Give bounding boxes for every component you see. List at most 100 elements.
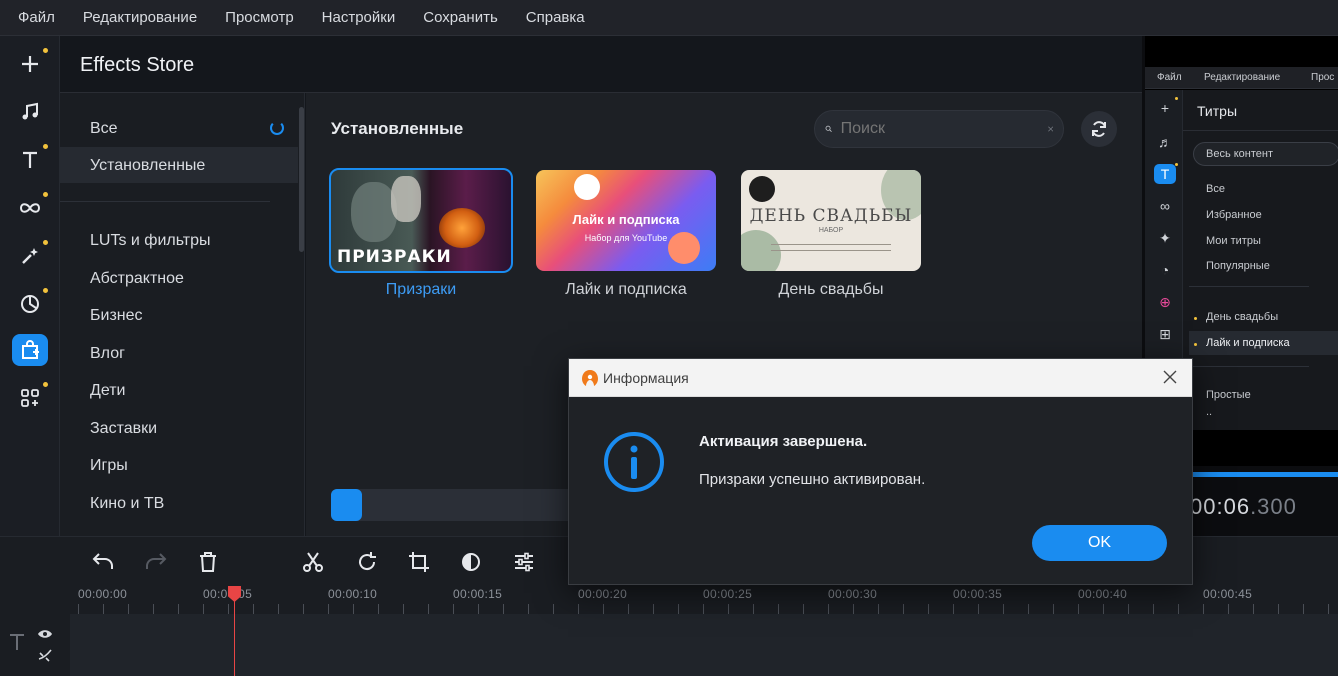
preview-wand-icon: ✦: [1159, 229, 1171, 246]
timecode-ms: .300: [1250, 494, 1297, 519]
effects-store-button[interactable]: [12, 334, 48, 366]
refresh-button[interactable]: [1081, 111, 1117, 147]
ruler-label: 00:00:45: [1203, 587, 1253, 601]
preview-transitions-icon: ∞: [1160, 198, 1170, 214]
timecode-main: 00:06: [1190, 494, 1251, 519]
clip-properties-button[interactable]: [511, 549, 537, 575]
menu-help[interactable]: Справка: [526, 9, 585, 26]
eye-icon[interactable]: [37, 628, 53, 640]
menu-bar: Файл Редактирование Просмотр Настройки С…: [0, 0, 1338, 36]
dialog-heading: Активация завершена.: [699, 433, 868, 450]
scissors-icon: [303, 552, 323, 572]
info-icon: [604, 432, 664, 492]
undo-button[interactable]: [90, 549, 116, 575]
ok-button[interactable]: OK: [1032, 525, 1167, 561]
menu-edit[interactable]: Редактирование: [83, 9, 197, 26]
ruler-label: 00:00:20: [578, 587, 628, 601]
effect-thumbnail: ПРИЗРАКИ: [329, 168, 513, 273]
category-abstract[interactable]: Абстрактное: [90, 270, 184, 288]
preview-time-bar: [1192, 472, 1338, 477]
menu-save[interactable]: Сохранить: [423, 9, 498, 26]
clear-search-icon[interactable]: [1047, 122, 1053, 136]
split-button[interactable]: [300, 549, 326, 575]
ruler-label: 00:00:40: [1078, 587, 1128, 601]
add-media-button[interactable]: [12, 48, 48, 80]
app-logo-icon: [582, 370, 598, 386]
rotate-button[interactable]: [354, 549, 380, 575]
info-dialog: Информация Активация завершена. Призраки…: [568, 358, 1193, 585]
category-business[interactable]: Бизнес: [90, 307, 143, 325]
category-luts[interactable]: LUTs и фильтры: [90, 232, 211, 250]
effect-card-like-subscribe[interactable]: Лайк и подписка Набор для YouTube Лайк и…: [536, 170, 716, 299]
preview-menu-edit: Редактирование: [1204, 72, 1281, 83]
tool-rail: [0, 36, 60, 536]
preview-item: ..: [1206, 406, 1213, 418]
category-games[interactable]: Игры: [90, 457, 128, 475]
ruler-label: 00:00:00: [78, 587, 128, 601]
redo-button[interactable]: [143, 549, 169, 575]
menu-settings[interactable]: Настройки: [322, 9, 396, 26]
category-vlog[interactable]: Влог: [90, 345, 125, 363]
menu-view[interactable]: Просмотр: [225, 9, 294, 26]
search-box[interactable]: [814, 110, 1064, 148]
app-window: Файл Редактирование Просмотр Настройки С…: [0, 0, 1338, 676]
effect-card-wedding-day[interactable]: ДЕНЬ СВАДЬБЫ НАБОР День свадьбы: [741, 170, 921, 299]
new-badge-dot: [43, 240, 48, 245]
preview-content-select: Весь контент: [1193, 142, 1338, 166]
preview-titles-icon: T: [1154, 163, 1178, 184]
trash-icon: [200, 552, 216, 572]
preview-menu-bar: Файл Редактирование Прос: [1145, 67, 1338, 89]
menu-file[interactable]: Файл: [18, 9, 55, 26]
thumb-caption: ПРИЗРАКИ: [337, 247, 452, 267]
sliders-icon: [515, 552, 533, 572]
stickers-button[interactable]: [12, 288, 48, 320]
music-button[interactable]: [12, 96, 48, 128]
thumb-subcaption: Набор для YouTube: [584, 233, 668, 243]
preview-item: Все: [1206, 183, 1225, 195]
new-badge-dot: [43, 192, 48, 197]
preview-divider: [1189, 286, 1309, 287]
filters-button[interactable]: [12, 240, 48, 272]
section-title: Установленные: [331, 119, 464, 138]
crop-button[interactable]: [406, 549, 432, 575]
preview-music-icon: ♬: [1158, 134, 1172, 150]
delete-button[interactable]: [195, 549, 221, 575]
new-badge-dot: [43, 48, 48, 53]
category-installed[interactable]: Установленные: [90, 157, 205, 175]
preview-store-icon: ⊕: [1159, 293, 1171, 310]
titles-button[interactable]: [12, 144, 48, 176]
timeline-track[interactable]: [70, 614, 1338, 676]
thumb-line: [771, 250, 891, 251]
ruler-label: 00:00:10: [328, 587, 378, 601]
color-adjust-button[interactable]: [458, 549, 484, 575]
dialog-close-button[interactable]: [1160, 367, 1180, 387]
clock-sticker-icon: [21, 295, 39, 313]
progress-fill: [331, 489, 363, 521]
search-input[interactable]: [840, 120, 1048, 138]
effect-card-label: Лайк и подписка: [565, 281, 687, 298]
thumb-figure: [351, 182, 397, 242]
effect-thumbnail: Лайк и подписка Набор для YouTube: [536, 170, 716, 271]
thumb-hand: [391, 176, 421, 222]
thumb-line: [771, 244, 891, 245]
category-divider: [60, 201, 270, 202]
dialog-message: Призраки успешно активирован.: [699, 471, 926, 488]
effect-card-ghosts[interactable]: ПРИЗРАКИ Призраки: [329, 168, 513, 299]
category-kids[interactable]: Дети: [90, 382, 125, 400]
transitions-button[interactable]: [12, 192, 48, 224]
preview-divider: [1183, 130, 1338, 131]
effects-store-bag-icon: [22, 340, 39, 359]
category-intros[interactable]: Заставки: [90, 420, 157, 438]
ruler-label: 00:00:25: [703, 587, 753, 601]
crown-badge-icon: [749, 176, 775, 202]
rotate-icon: [359, 552, 376, 571]
category-all[interactable]: Все: [90, 120, 118, 138]
effect-card-label: День свадьбы: [778, 281, 884, 298]
timeline-ruler[interactable]: 00:00:00 00:00:05 00:00:10 00:00:15 00:0…: [0, 584, 1338, 614]
preview-clock-icon: ◔: [1160, 262, 1170, 278]
link-toggle-icon[interactable]: [37, 648, 53, 662]
category-movies-tv[interactable]: Кино и ТВ: [90, 495, 164, 513]
more-tools-button[interactable]: [12, 382, 48, 414]
category-scrollbar[interactable]: [299, 107, 304, 252]
more-tools-grid-icon: [21, 389, 39, 407]
